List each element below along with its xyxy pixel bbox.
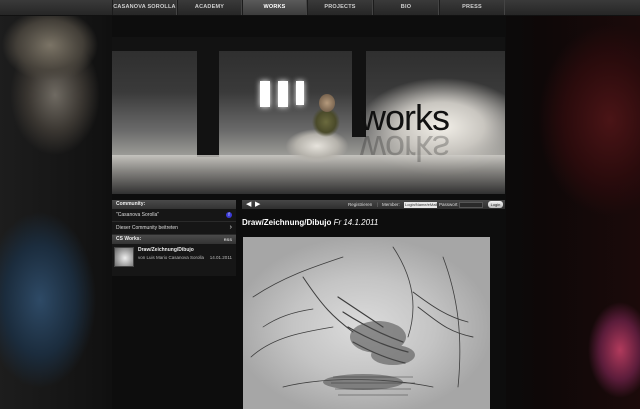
username-input[interactable]: Login/Name/eMail [404,201,437,208]
arrow-left-icon[interactable]: ◀ [246,200,251,209]
sidebar: Community: "Casanova Sorolla" f Dieser C… [112,200,236,276]
banner-light [260,81,270,107]
top-navigation: CASANOVA SOROLLA ACADEMY WORKS PROJECTS … [0,0,640,16]
background-hair [0,10,110,90]
arrow-right-icon[interactable]: ▶ [255,200,260,209]
post-title-text: Draw/Zeichnung/Dibujo [242,218,332,227]
sidebar-post-item[interactable]: Draw/Zeichnung/Dibujo von Luis Mario Cas… [112,244,236,276]
banner-light [278,81,288,107]
works-header-label: CS Works: [116,236,142,242]
banner-person-head [319,94,335,112]
community-header-label: Community: [116,201,146,207]
works-header: CS Works: RSS [112,235,236,244]
login-button[interactable]: Login [488,201,503,208]
post-drawing-image [243,237,490,409]
join-community-label[interactable]: Dieser Community beitreten [116,225,178,231]
banner-pillar [197,37,219,157]
nav-item-casanova-sorolla[interactable]: CASANOVA SOROLLA [112,0,177,15]
register-link[interactable]: Registrieren [348,200,372,209]
sidebar-post-author: von Luis Mario Casanova Sorolla [138,255,205,260]
pencil-drawing [250,246,474,396]
banner-title-reflection: works [360,128,450,169]
password-label: Passwort [439,202,458,207]
background-right-photo [500,0,640,409]
nav-item-projects[interactable]: PROJECTS [307,0,373,15]
banner-ceiling [112,37,505,51]
post-date: Fr 14.1.2011 [333,218,379,227]
member-toolbar: ◀ ▶ Registrieren | Member: Login/Name/eM… [242,200,505,209]
nav-list: CASANOVA SOROLLA ACADEMY WORKS PROJECTS … [112,0,505,15]
nav-item-works[interactable]: WORKS [242,0,307,15]
nav-item-academy[interactable]: ACADEMY [177,0,242,15]
community-name[interactable]: "Casanova Sorolla" [116,212,159,218]
toolbar-separator: | [377,202,379,207]
community-header: Community: [112,200,236,209]
nav-item-bio[interactable]: BIO [373,0,439,15]
banner-light [296,81,304,105]
post-thumbnail[interactable] [114,247,134,267]
post-title: Draw/Zeichnung/Dibujo Fr 14.1.2011 [242,218,378,227]
chevron-right-icon[interactable]: › [230,222,232,234]
sidebar-post-title[interactable]: Draw/Zeichnung/Dibujo [138,247,194,253]
facebook-icon[interactable]: f [226,212,232,218]
join-community-row[interactable]: Dieser Community beitreten › [112,222,236,235]
nav-item-press[interactable]: PRESS [439,0,505,15]
member-label: Member: [382,202,400,207]
password-input[interactable] [459,201,483,208]
rss-link[interactable]: RSS [224,235,232,244]
sidebar-post-date: 14.01.2011 [209,255,232,260]
community-name-row[interactable]: "Casanova Sorolla" f [112,209,236,222]
